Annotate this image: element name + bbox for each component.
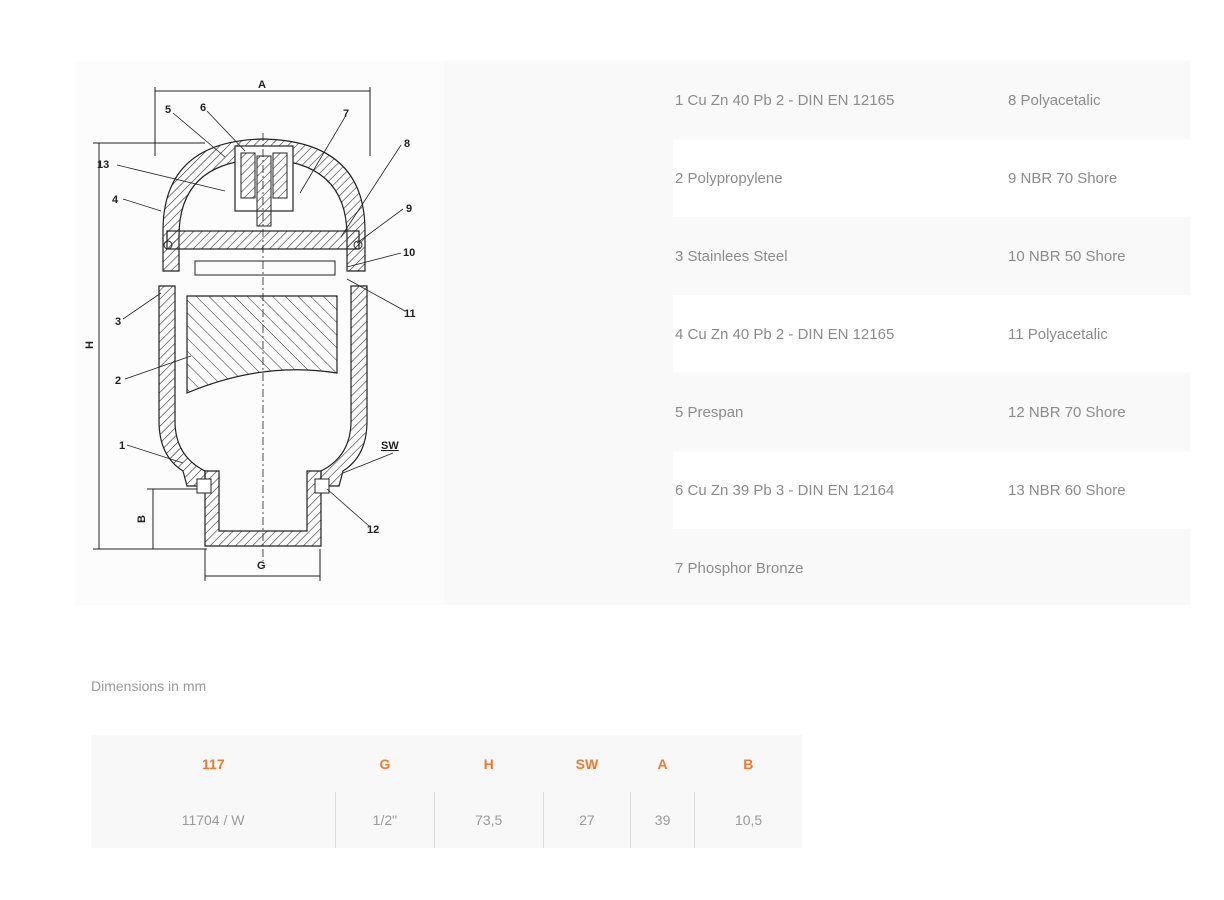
table-cell: 11704 / W xyxy=(181,812,245,828)
table-cell: 27 xyxy=(542,792,631,848)
material-left: 3 Stainlees Steel xyxy=(675,247,788,265)
material-right: 12 NBR 70 Shore xyxy=(1008,403,1126,421)
materials-row: 6 Cu Zn 39 Pb 3 - DIN EN 12164 13 NBR 60… xyxy=(673,451,1190,529)
valve-cross-section: A H B G 5 6 7 8 9 10 11 13 4 3 2 1 SW 12 xyxy=(84,79,416,581)
material-right: 10 NBR 50 Shore xyxy=(1008,247,1126,265)
dimensions-caption: Dimensions in mm xyxy=(91,678,207,694)
material-right: 9 NBR 70 Shore xyxy=(1008,169,1118,187)
materials-list: 1 Cu Zn 40 Pb 2 - DIN EN 12165 8 Polyace… xyxy=(673,61,1190,607)
materials-row: 1 Cu Zn 40 Pb 2 - DIN EN 12165 8 Polyace… xyxy=(673,61,1190,139)
column-header: SW xyxy=(575,755,599,772)
table-cell: 10,5 xyxy=(694,792,802,848)
technical-drawing: A H B G 5 6 7 8 9 10 11 13 4 3 2 1 SW 12 xyxy=(75,61,444,605)
column-header: G xyxy=(379,755,391,772)
table-cell: 39 xyxy=(630,792,695,848)
label-B: B xyxy=(136,515,148,523)
material-left: 1 Cu Zn 40 Pb 2 - DIN EN 12165 xyxy=(675,91,895,109)
column-header: 117 xyxy=(202,755,225,772)
label-10: 10 xyxy=(403,247,415,259)
material-right: 8 Polyacetalic xyxy=(1008,91,1101,109)
label-4: 4 xyxy=(112,194,119,206)
label-6: 6 xyxy=(200,102,206,114)
label-12: 12 xyxy=(367,524,379,536)
label-5: 5 xyxy=(165,104,171,116)
table-cell: 1/2" xyxy=(335,792,435,848)
materials-row: 7 Phosphor Bronze xyxy=(673,529,1190,607)
table-row: 11704 / W 1/2" 73,5 27 39 10,5 xyxy=(91,792,802,848)
materials-row: 2 Polypropylene 9 NBR 70 Shore xyxy=(673,139,1190,217)
materials-row: 3 Stainlees Steel 10 NBR 50 Shore xyxy=(673,217,1190,295)
column-header: B xyxy=(743,755,754,772)
label-11: 11 xyxy=(404,308,416,320)
label-3: 3 xyxy=(115,316,121,328)
label-H: H xyxy=(84,341,96,349)
materials-row: 5 Prespan 12 NBR 70 Shore xyxy=(673,373,1190,451)
label-A: A xyxy=(258,79,266,91)
table-cell: 73,5 xyxy=(433,792,544,848)
label-7: 7 xyxy=(343,108,349,120)
label-13: 13 xyxy=(97,159,109,171)
material-left: 7 Phosphor Bronze xyxy=(675,559,804,577)
materials-row: 4 Cu Zn 40 Pb 2 - DIN EN 12165 11 Polyac… xyxy=(673,295,1190,373)
material-left: 5 Prespan xyxy=(675,403,744,421)
label-8: 8 xyxy=(404,138,410,150)
label-SW: SW xyxy=(381,440,399,452)
label-G: G xyxy=(257,560,266,572)
label-2: 2 xyxy=(115,375,121,387)
material-left: 6 Cu Zn 39 Pb 3 - DIN EN 12164 xyxy=(675,481,895,499)
table-header-row: 117 G H SW A B xyxy=(91,735,802,792)
material-left: 4 Cu Zn 40 Pb 2 - DIN EN 12165 xyxy=(675,325,895,343)
column-header: H xyxy=(483,755,494,772)
column-header: A xyxy=(657,755,668,772)
material-left: 2 Polypropylene xyxy=(675,169,783,187)
material-right: 11 Polyacetalic xyxy=(1008,325,1108,343)
label-9: 9 xyxy=(406,203,412,215)
label-1: 1 xyxy=(119,440,125,452)
material-right: 13 NBR 60 Shore xyxy=(1008,481,1126,499)
dimensions-table: 117 G H SW A B 11704 / W 1/2" 73,5 27 39… xyxy=(91,735,802,848)
